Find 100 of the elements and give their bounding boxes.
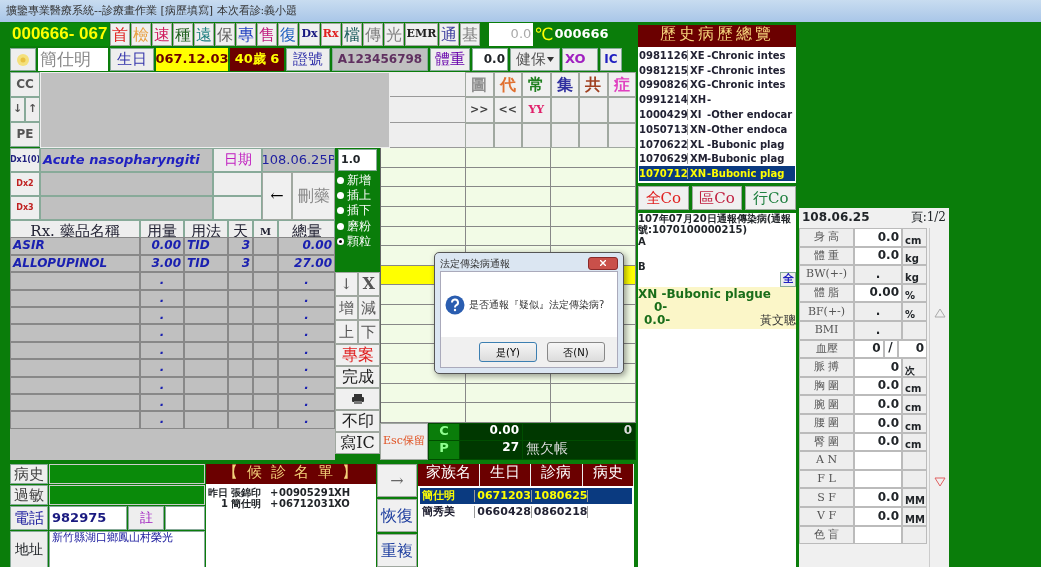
- history-field[interactable]: [49, 464, 205, 484]
- copy-button[interactable]: 區Co: [691, 186, 743, 210]
- patient-name: 簡仕明: [38, 48, 108, 71]
- family-row[interactable]: 簡秀美 0660428 0860218: [420, 504, 632, 520]
- toolbar-button[interactable]: EMR: [404, 23, 439, 46]
- pressure-separator: /: [883, 339, 898, 359]
- diagnosis-button[interactable]: Dx1(0): [10, 148, 40, 172]
- history-item[interactable]: 1000429 XI -Other endocar: [639, 107, 795, 122]
- dialog-button[interactable]: 是(Y): [479, 342, 537, 362]
- all-button[interactable]: 全: [780, 272, 796, 287]
- card-button[interactable]: IC: [600, 48, 622, 71]
- allergy-field[interactable]: [49, 485, 205, 505]
- quick-button[interactable]: <<: [493, 97, 522, 123]
- toolbar-button[interactable]: 遠: [194, 23, 215, 46]
- toolbar-button[interactable]: 速: [152, 23, 173, 46]
- note-button[interactable]: ↓: [10, 97, 25, 122]
- note-text: 107年07月20日通報傳染病(通報號:1070100000215): [638, 213, 793, 235]
- back-button[interactable]: ←: [262, 172, 292, 220]
- toolbar-button[interactable]: 光: [383, 23, 404, 46]
- toolbar-button[interactable]: 通: [439, 23, 460, 46]
- summary-line: 0.0-: [644, 314, 671, 328]
- note-button[interactable]: 註: [128, 506, 164, 530]
- diagnosis-button[interactable]: Dx3: [10, 196, 40, 220]
- toolbar-button[interactable]: 傳: [362, 23, 383, 46]
- quick-button[interactable]: 集: [550, 72, 579, 98]
- quick-button[interactable]: YY: [522, 97, 551, 123]
- toolbar-button[interactable]: Rx: [320, 23, 341, 46]
- history-item[interactable]: 0990826 XG-Chronic intes: [639, 77, 795, 93]
- toolbar-button[interactable]: 首: [110, 23, 131, 46]
- history-label: 病史: [10, 464, 48, 484]
- history-item[interactable]: 1070622 XL -Bubonic plag: [639, 136, 795, 152]
- history-item[interactable]: 0981126 XE -Chronic intes: [639, 48, 795, 63]
- dose-factor-field[interactable]: 1.0: [338, 149, 377, 171]
- address-field[interactable]: 新竹縣湖口鄉鳳山村榮光: [49, 531, 205, 567]
- blank-field[interactable]: [165, 506, 205, 530]
- side-button[interactable]: 上: [335, 320, 358, 344]
- scroll-up-icon[interactable]: [933, 307, 946, 318]
- side-button[interactable]: 減: [357, 296, 380, 320]
- vital-field[interactable]: [854, 451, 902, 470]
- mode-radio[interactable]: 磨粉: [337, 219, 378, 233]
- mode-radio[interactable]: 顆粒: [337, 234, 378, 248]
- save-button[interactable]: Esc保留: [380, 423, 428, 460]
- vital-field[interactable]: .: [854, 302, 902, 321]
- quick-button[interactable]: >>: [465, 97, 494, 123]
- mode-radio[interactable]: 新增: [337, 174, 378, 188]
- toolbar-button[interactable]: 復: [278, 23, 299, 46]
- insurance-select[interactable]: 健保: [510, 48, 560, 71]
- list-button[interactable]: 恢復: [377, 499, 417, 532]
- side-button[interactable]: ↓: [335, 272, 358, 296]
- dialog-button[interactable]: 否(N): [547, 342, 605, 362]
- side-button[interactable]: 專案: [335, 344, 380, 366]
- vital-field[interactable]: 0: [854, 358, 902, 377]
- copy-button[interactable]: 行Co: [745, 186, 796, 210]
- vital-field[interactable]: 0.0: [854, 395, 902, 414]
- copy-button[interactable]: 全Co: [638, 186, 689, 210]
- history-item[interactable]: 0981215 XF -Chronic intes: [639, 62, 795, 78]
- history-item[interactable]: 0991214 XH-: [639, 92, 795, 108]
- side-button[interactable]: 不印: [335, 410, 380, 432]
- vital-field[interactable]: 0.0: [854, 228, 902, 247]
- vital-field[interactable]: 0.0: [854, 488, 902, 507]
- list-button[interactable]: 重複: [377, 534, 417, 567]
- family-row[interactable]: 簡仕明 0671203 1080625: [420, 488, 632, 504]
- print-button[interactable]: [335, 388, 380, 410]
- vital-field[interactable]: .: [854, 265, 902, 284]
- mode-radio[interactable]: 插上: [337, 189, 378, 203]
- table-cell: [184, 411, 228, 429]
- side-button[interactable]: 寫IC: [335, 432, 380, 454]
- side-button[interactable]: 下: [357, 320, 380, 344]
- quick-button[interactable]: 常: [522, 72, 551, 98]
- note-button[interactable]: ↑: [25, 97, 40, 122]
- side-button[interactable]: X: [357, 272, 380, 296]
- phone-field[interactable]: 982975: [49, 506, 127, 530]
- list-button[interactable]: →: [377, 464, 417, 497]
- mode-radio[interactable]: 插下: [337, 204, 378, 218]
- note-text-area[interactable]: [40, 72, 390, 148]
- waiting-row[interactable]: 昨日 張錦印 +00905291XH: [208, 487, 374, 498]
- side-button[interactable]: 完成: [335, 366, 380, 388]
- quick-button[interactable]: 共: [579, 72, 608, 98]
- toolbar-button[interactable]: 種: [173, 23, 194, 46]
- table-cell: ASIR: [10, 237, 140, 255]
- history-item[interactable]: 1050713 XN-Other endoca: [639, 122, 795, 137]
- toolbar-button[interactable]: 基: [460, 23, 481, 46]
- close-button[interactable]: [588, 256, 618, 270]
- diagnosis-button[interactable]: Dx2: [10, 172, 40, 196]
- side-button[interactable]: 增: [335, 296, 358, 320]
- scroll-down-icon[interactable]: [933, 477, 946, 488]
- history-item[interactable]: 1070712 XN-Bubonic plag: [639, 166, 795, 182]
- note-button[interactable]: PE: [10, 122, 40, 147]
- toolbar-button[interactable]: 專: [236, 23, 257, 46]
- toolbar-button[interactable]: 售: [257, 23, 278, 46]
- diagnosis-field[interactable]: [40, 172, 213, 196]
- toolbar-button[interactable]: 檔: [341, 23, 362, 46]
- note-button[interactable]: CC: [10, 72, 40, 97]
- waiting-row[interactable]: 1 簡仕明 +06712031XO: [208, 498, 374, 509]
- toolbar-button[interactable]: Dx: [299, 23, 320, 46]
- history-item[interactable]: 1070629 XM-Bubonic plag: [639, 151, 795, 167]
- diagnosis-field[interactable]: Acute nasopharyngiti: [40, 148, 213, 172]
- weight-field[interactable]: 0.0: [472, 48, 508, 71]
- diagnosis-field[interactable]: [40, 196, 213, 220]
- toolbar-button[interactable]: 保: [215, 23, 236, 46]
